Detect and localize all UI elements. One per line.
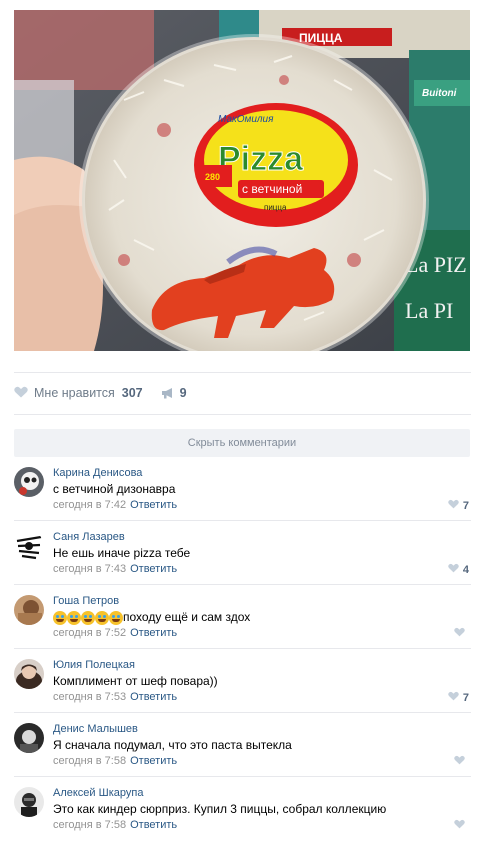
post-photo[interactable]: ПИЦЦА Buitoni La PIZ La PI МакОмилия Piz… [14, 10, 470, 351]
comment-like-button[interactable]: 7 [448, 499, 469, 512]
comment-text: походу ещё и сам здох [53, 610, 250, 625]
label-price: 280 [205, 172, 220, 182]
comment: Саня Лазарев Не ешь иначе pizza тебе сег… [14, 525, 471, 589]
comment-time: сегодня в 7:58 [53, 819, 127, 831]
reply-link[interactable]: Ответить [130, 755, 177, 767]
avatar[interactable] [14, 723, 44, 753]
comment: Алексей Шкарупа Это как киндер сюрприз. … [14, 781, 471, 845]
comment-author[interactable]: Юлия Полецкая [53, 659, 135, 671]
avatar[interactable] [14, 659, 44, 689]
like-label: Мне нравится [34, 386, 115, 400]
post-actions: Мне нравится 307 9 [14, 383, 187, 403]
comment-like-button[interactable] [454, 627, 469, 640]
comment-author[interactable]: Алексей Шкарупа [53, 787, 143, 799]
comment-meta: сегодня в 7:43 Ответить [53, 563, 177, 575]
reply-link[interactable]: Ответить [130, 499, 177, 511]
comment: Денис Малышев Я сначала подумал, что это… [14, 717, 471, 781]
comment-text: Комплимент от шеф повара)) [53, 674, 218, 688]
separator [14, 648, 471, 649]
label-small: пицца [264, 203, 287, 212]
comment-meta: сегодня в 7:42 Ответить [53, 499, 177, 511]
reply-link[interactable]: Ответить [130, 563, 177, 575]
comment-like-button[interactable] [454, 755, 469, 768]
comment-like-button[interactable]: 7 [448, 691, 469, 704]
separator [14, 414, 471, 415]
heart-icon [454, 627, 465, 640]
comment-meta: сегодня в 7:52 Ответить [53, 627, 177, 639]
comment-like-button[interactable] [454, 819, 469, 832]
comment-like-count: 7 [462, 499, 469, 512]
tears-of-joy-emoji [95, 610, 109, 625]
comment-time: сегодня в 7:52 [53, 627, 127, 639]
comment-author[interactable]: Денис Малышев [53, 723, 138, 735]
heart-icon [454, 819, 465, 832]
separator [14, 584, 471, 585]
comment-like-count: 7 [462, 691, 469, 704]
like-button[interactable]: Мне нравится 307 [14, 386, 143, 401]
tears-of-joy-emoji [53, 610, 67, 625]
comment: Гоша Петров походу ещё и сам здох сегодн… [14, 589, 471, 653]
megaphone-icon [161, 388, 172, 399]
separator [14, 776, 471, 777]
heart-icon [14, 386, 28, 401]
avatar[interactable] [14, 787, 44, 817]
comment-time: сегодня в 7:53 [53, 691, 127, 703]
box-small-brand: Buitoni [422, 88, 457, 99]
avatar[interactable] [14, 531, 44, 561]
comment-meta: сегодня в 7:58 Ответить [53, 755, 177, 767]
box-right-line-2: La PI [405, 298, 453, 323]
comment-text: с ветчиной дизонавра [53, 482, 176, 496]
heart-icon [448, 691, 459, 704]
share-button[interactable]: 9 [161, 386, 187, 400]
like-count: 307 [121, 386, 143, 400]
comment-meta: сегодня в 7:58 Ответить [53, 819, 177, 831]
heart-icon [448, 563, 459, 576]
comment-like-button[interactable]: 4 [448, 563, 469, 576]
comment-time: сегодня в 7:43 [53, 563, 127, 575]
comment-text: Это как киндер сюрприз. Купил 3 пиццы, с… [53, 802, 387, 816]
hide-comments-button[interactable]: Скрыть комментарии [14, 429, 470, 457]
tears-of-joy-emoji [81, 610, 95, 625]
label-logo: МакОмилия [218, 114, 274, 125]
comment-author[interactable]: Гоша Петров [53, 595, 119, 607]
heart-icon [448, 499, 459, 512]
comment-text: Я сначала подумал, что это паста вытекла [53, 738, 292, 752]
reply-link[interactable]: Ответить [130, 627, 177, 639]
comment-text-body: походу ещё и сам здох [123, 610, 251, 625]
comment-text: Не ешь иначе pizza тебе [53, 546, 191, 560]
comment: Юлия Полецкая Комплимент от шеф повара))… [14, 653, 471, 717]
reply-link[interactable]: Ответить [130, 691, 177, 703]
tears-of-joy-emoji [109, 610, 123, 625]
comment: Карина Денисова с ветчиной дизонавра сег… [14, 461, 471, 525]
separator [14, 372, 471, 373]
separator [14, 712, 471, 713]
label-variant: с ветчиной [242, 182, 302, 196]
comment-author[interactable]: Карина Денисова [53, 467, 142, 479]
tears-of-joy-emoji [67, 610, 81, 625]
pizza-photo-illustration: ПИЦЦА Buitoni La PIZ La PI МакОмилия Piz… [14, 10, 470, 351]
avatar[interactable] [14, 467, 44, 497]
comment-time: сегодня в 7:42 [53, 499, 127, 511]
share-count: 9 [179, 386, 187, 400]
comment-time: сегодня в 7:58 [53, 755, 127, 767]
reply-link[interactable]: Ответить [130, 819, 177, 831]
emoji-row [53, 610, 123, 625]
separator [14, 520, 471, 521]
comment-like-count: 4 [462, 563, 469, 576]
avatar[interactable] [14, 595, 44, 625]
comment-author[interactable]: Саня Лазарев [53, 531, 125, 543]
comment-meta: сегодня в 7:53 Ответить [53, 691, 177, 703]
heart-icon [454, 755, 465, 768]
